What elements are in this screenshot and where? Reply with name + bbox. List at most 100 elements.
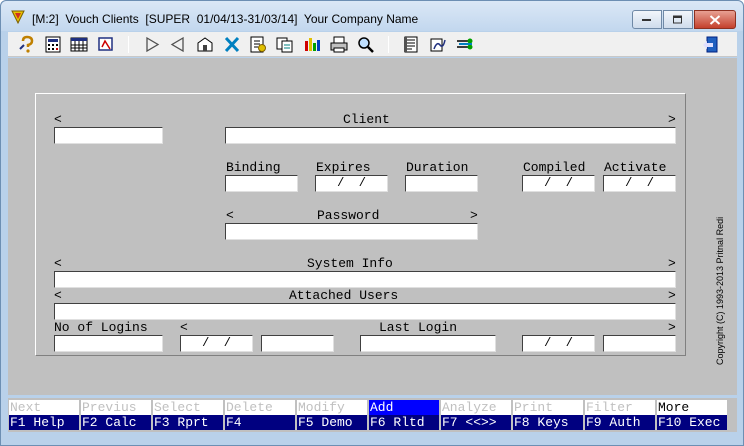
no-of-logins-label: No of Logins bbox=[54, 320, 148, 335]
fkey-label: F4 bbox=[225, 415, 295, 430]
select-icon[interactable] bbox=[96, 35, 116, 54]
system-info-field[interactable] bbox=[54, 271, 676, 288]
toolbar bbox=[8, 32, 737, 57]
fkey-action: Select bbox=[153, 400, 223, 415]
compiled-date-field[interactable]: / / bbox=[522, 175, 595, 192]
next-icon[interactable] bbox=[142, 35, 162, 54]
duration-field[interactable] bbox=[405, 175, 478, 192]
fkey-f8-print[interactable]: Print F8 Keys bbox=[513, 400, 583, 430]
fkey-f10-more[interactable]: More F10 Exec bbox=[657, 400, 727, 430]
fkey-f2-previus[interactable]: Previus F2 Calc bbox=[81, 400, 151, 430]
attached-users-field[interactable] bbox=[54, 303, 676, 320]
application-window: [M:2] Vouch Clients [SUPER 01/04/13-31/0… bbox=[0, 0, 744, 446]
fkey-f1-next[interactable]: Next F1 Help bbox=[9, 400, 79, 430]
report-icon[interactable] bbox=[69, 35, 89, 54]
fkey-label: F6 Rltd bbox=[369, 415, 439, 430]
system-info-label: System Info bbox=[307, 256, 393, 271]
client-name-field[interactable] bbox=[225, 127, 676, 144]
attached-users-right-arrow: > bbox=[668, 288, 676, 303]
fkey-f7-analyze[interactable]: Analyze F7 <<>> bbox=[441, 400, 511, 430]
client-label: Client bbox=[343, 112, 390, 127]
copy-icon[interactable] bbox=[275, 35, 295, 54]
fkey-action: Modify bbox=[297, 400, 367, 415]
last-login-date-field[interactable]: / / bbox=[180, 335, 253, 352]
expires-label: Expires bbox=[316, 160, 371, 175]
last-login-time-field[interactable] bbox=[261, 335, 334, 352]
minimize-icon bbox=[642, 18, 651, 21]
fkey-action: More bbox=[657, 400, 727, 415]
fkey-action: Previus bbox=[81, 400, 151, 415]
last-login-extra-field[interactable] bbox=[603, 335, 676, 352]
add-icon[interactable] bbox=[248, 35, 268, 54]
modify-icon[interactable] bbox=[195, 35, 215, 54]
password-left-arrow: < bbox=[226, 208, 234, 223]
fkey-label: F8 Keys bbox=[513, 415, 583, 430]
fkey-f5-modify[interactable]: Modify F5 Demo bbox=[297, 400, 367, 430]
maximize-icon bbox=[673, 15, 682, 23]
fkey-f3-select[interactable]: Select F3 Rprt bbox=[153, 400, 223, 430]
fkey-action: Add bbox=[369, 400, 439, 415]
binding-field[interactable] bbox=[225, 175, 298, 192]
last-login-left-arrow: < bbox=[180, 320, 188, 335]
fkey-action: Filter bbox=[585, 400, 655, 415]
filter-icon[interactable] bbox=[455, 35, 475, 54]
fkey-action: Delete bbox=[225, 400, 295, 415]
fkey-label: F10 Exec bbox=[657, 415, 727, 430]
fkey-f9-filter[interactable]: Filter F9 Auth bbox=[585, 400, 655, 430]
fkey-label: F1 Help bbox=[9, 415, 79, 430]
minimize-button[interactable] bbox=[632, 10, 662, 29]
last-login-label: Last Login bbox=[379, 320, 458, 335]
search-icon[interactable] bbox=[356, 35, 376, 54]
system-info-right-arrow: > bbox=[668, 256, 676, 271]
fkey-f6-add[interactable]: Add F6 Rltd bbox=[369, 400, 439, 430]
password-label: Password bbox=[317, 208, 380, 223]
client-left-arrow: < bbox=[54, 112, 62, 127]
fkey-action: Analyze bbox=[441, 400, 511, 415]
chart-icon[interactable] bbox=[302, 35, 322, 54]
calculator-icon[interactable] bbox=[43, 35, 63, 54]
last-login-date2-field[interactable]: / / bbox=[522, 335, 595, 352]
close-icon bbox=[709, 14, 721, 25]
client-code-field[interactable] bbox=[54, 127, 163, 144]
fkey-label: F2 Calc bbox=[81, 415, 151, 430]
fkey-f4-delete[interactable]: Delete F4 bbox=[225, 400, 295, 430]
copyright-text: Copyright (C) 1993-2013 Pritnal Redi bbox=[715, 216, 725, 365]
attached-users-label: Attached Users bbox=[289, 288, 399, 303]
binding-label: Binding bbox=[226, 160, 281, 175]
attached-users-left-arrow: < bbox=[54, 288, 62, 303]
compiled-label: Compiled bbox=[523, 160, 586, 175]
fkey-label: F9 Auth bbox=[585, 415, 655, 430]
toolbar-separator bbox=[388, 36, 389, 53]
activate-label: Activate bbox=[604, 160, 667, 175]
activate-date-field[interactable]: / / bbox=[603, 175, 676, 192]
maximize-button[interactable] bbox=[663, 10, 693, 29]
last-login-user-field[interactable] bbox=[360, 335, 496, 352]
password-right-arrow: > bbox=[470, 208, 478, 223]
app-logo-icon bbox=[11, 10, 25, 24]
authorise-icon[interactable] bbox=[428, 35, 448, 54]
help-icon[interactable] bbox=[17, 35, 37, 54]
notes-icon[interactable] bbox=[401, 35, 421, 54]
title-bar[interactable]: [M:2] Vouch Clients [SUPER 01/04/13-31/0… bbox=[1, 1, 743, 31]
exit-icon[interactable] bbox=[701, 35, 721, 54]
print-icon[interactable] bbox=[329, 35, 349, 54]
toolbar-separator bbox=[128, 36, 129, 53]
close-button[interactable] bbox=[694, 10, 736, 29]
system-info-left-arrow: < bbox=[54, 256, 62, 271]
no-of-logins-field[interactable] bbox=[54, 335, 163, 352]
fkey-label: F5 Demo bbox=[297, 415, 367, 430]
form-area: < Client > Binding Expires Duration Comp… bbox=[8, 58, 737, 395]
delete-icon[interactable] bbox=[222, 35, 242, 54]
password-field[interactable] bbox=[225, 223, 478, 240]
fkey-label: F7 <<>> bbox=[441, 415, 511, 430]
expires-date-field[interactable]: / / bbox=[315, 175, 388, 192]
fkey-action: Next bbox=[9, 400, 79, 415]
last-login-right-arrow: > bbox=[668, 320, 676, 335]
previous-icon[interactable] bbox=[168, 35, 188, 54]
fkey-action: Print bbox=[513, 400, 583, 415]
function-key-bar: Next F1 Help Previus F2 Calc Select F3 Rprt… bbox=[8, 398, 737, 432]
client-right-arrow: > bbox=[668, 112, 676, 127]
window-title: [M:2] Vouch Clients [SUPER 01/04/13-31/0… bbox=[32, 12, 419, 26]
duration-label: Duration bbox=[406, 160, 469, 175]
fkey-label: F3 Rprt bbox=[153, 415, 223, 430]
